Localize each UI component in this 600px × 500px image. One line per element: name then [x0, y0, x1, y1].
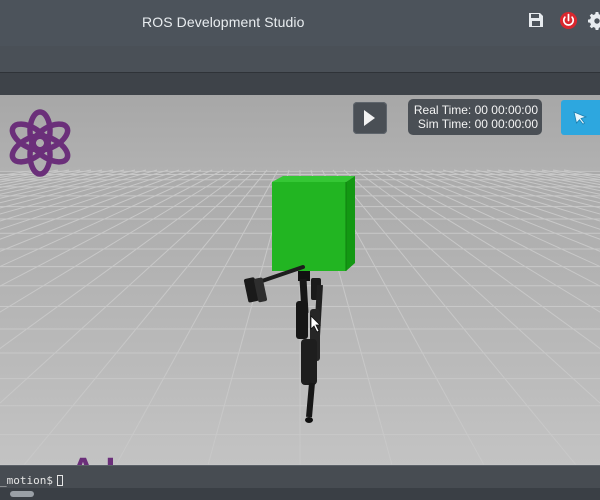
- robot-body-box[interactable]: [272, 176, 355, 271]
- toolbar: [0, 46, 600, 72]
- select-arrow-icon: [573, 111, 588, 125]
- toolbar-divider: [0, 72, 600, 96]
- sim-time-label: Sim Time:: [417, 117, 472, 131]
- real-time-value: 00 00:00:00: [474, 103, 538, 117]
- ros-development-studio-window: ROS Development Studio Real Time: 00 00:…: [0, 0, 600, 500]
- robot-arm[interactable]: [243, 265, 305, 303]
- play-simulation-button[interactable]: [353, 102, 387, 134]
- sim-time-value: 00 00:00:00: [474, 117, 538, 131]
- terminal-cursor: [56, 475, 63, 486]
- power-icon[interactable]: [559, 11, 578, 30]
- terminal-scrollbar[interactable]: [0, 488, 600, 500]
- settings-icon[interactable]: [588, 12, 600, 30]
- sim-time-row: Sim Time: 00 00:00:00: [408, 117, 538, 131]
- real-time-row: Real Time: 00 00:00:00: [408, 103, 538, 117]
- terminal-scrollbar-thumb[interactable]: [10, 491, 34, 497]
- real-time-label: Real Time:: [413, 103, 472, 117]
- simulation-time-panel: Real Time: 00 00:00:00 Sim Time: 00 00:0…: [408, 99, 542, 135]
- save-icon[interactable]: [528, 12, 544, 28]
- app-title: ROS Development Studio: [142, 14, 305, 30]
- robot-leg[interactable]: [296, 271, 323, 423]
- terminal-prompt-text: _motion$: [0, 474, 53, 487]
- play-icon: [364, 110, 375, 126]
- title-bar: ROS Development Studio: [0, 0, 600, 47]
- gazebo-3d-viewport[interactable]: enAI: [0, 95, 600, 465]
- select-mode-button[interactable]: [561, 100, 600, 135]
- robot-model[interactable]: [0, 95, 600, 465]
- terminal-prompt-line: _motion$: [0, 474, 63, 487]
